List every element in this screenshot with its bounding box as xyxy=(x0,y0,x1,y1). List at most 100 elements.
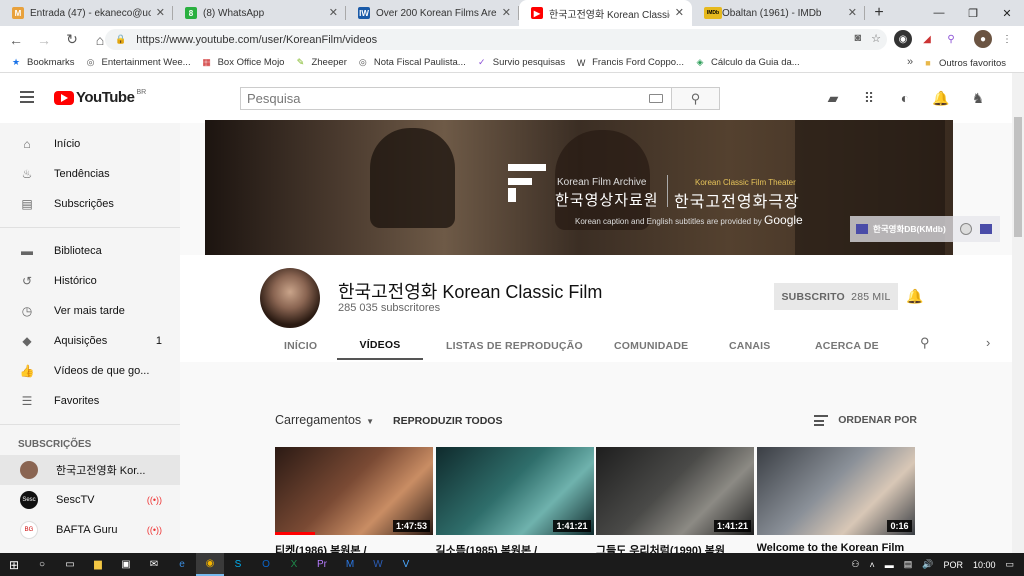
menu-dots-icon[interactable]: ⋮ xyxy=(998,30,1016,48)
search-button[interactable]: ⚲ xyxy=(672,87,720,110)
kofa-link-icon[interactable] xyxy=(980,224,992,234)
search-extension-icon[interactable]: ⚲ xyxy=(942,30,960,48)
bookmark-item[interactable]: ★ Bookmarks xyxy=(10,57,75,69)
camera-blocked-icon[interactable]: ◙ xyxy=(854,32,861,45)
close-tab-icon[interactable]: ✕ xyxy=(156,6,165,19)
profile-avatar[interactable]: ● xyxy=(974,30,992,48)
notification-bell-icon[interactable]: 🔔 xyxy=(906,288,923,304)
tab-videos[interactable]: VÍDEOS xyxy=(337,332,423,360)
show-hidden-icon[interactable]: ˄ xyxy=(869,560,874,570)
volume-icon[interactable]: 🔊 xyxy=(922,559,933,570)
channel-search-icon[interactable]: ⚲ xyxy=(920,335,930,351)
video-card[interactable]: 0:16 Welcome to the Korean Film xyxy=(756,447,915,554)
restore-icon[interactable]: ❐ xyxy=(956,0,990,26)
globe-link-icon[interactable] xyxy=(960,223,972,235)
page-scrollbar[interactable] xyxy=(1012,73,1024,553)
video-card[interactable]: 1:41:21 길소뜸(1985) 복원본 / xyxy=(435,447,594,554)
bookmark-item[interactable]: W Francis Ford Coppo... xyxy=(575,57,684,69)
app-v-icon[interactable]: V xyxy=(392,553,420,576)
bookmarks-overflow-icon[interactable]: » xyxy=(907,56,913,68)
chrome-icon[interactable]: ◉ xyxy=(196,553,224,576)
search-input[interactable]: Pesquisa xyxy=(240,87,672,110)
chevron-right-icon[interactable]: › xyxy=(986,335,990,350)
excel-icon[interactable]: X xyxy=(280,553,308,576)
store-icon[interactable]: ▣ xyxy=(112,553,140,576)
bookmark-item[interactable]: ◈ Cálculo da Guia da... xyxy=(694,57,800,69)
tab-about[interactable]: ACERCA DE xyxy=(815,332,879,360)
reload-icon[interactable]: ↻ xyxy=(60,28,84,52)
network-icon[interactable]: ▤ xyxy=(904,559,913,570)
minimize-icon[interactable]: — xyxy=(922,0,956,26)
channel-avatar[interactable] xyxy=(260,268,320,328)
browser-tab[interactable]: ▶ 한국고전영화 Korean Classic Fi ✕ xyxy=(519,0,692,26)
subscription-item[interactable]: BG BAFTA Guru ((•)) xyxy=(0,515,180,545)
people-icon[interactable]: ⚇ xyxy=(851,559,859,570)
file-explorer-icon[interactable]: ▆ xyxy=(84,553,112,576)
close-tab-icon[interactable]: ✕ xyxy=(675,6,684,19)
close-tab-icon[interactable]: ✕ xyxy=(329,6,338,19)
messages-icon[interactable]: ◐ xyxy=(896,89,914,107)
create-video-icon[interactable]: ▰ xyxy=(824,89,842,107)
extension-icon[interactable]: ◉ xyxy=(894,30,912,48)
other-bookmarks-folder[interactable]: ■ Outros favoritos xyxy=(922,57,1006,69)
forward-icon[interactable]: → xyxy=(32,28,56,52)
address-bar[interactable]: 🔒 https://www.youtube.com/user/KoreanFil… xyxy=(105,29,887,50)
clock[interactable]: 10:00 xyxy=(973,560,996,570)
sidebar-item-playlist[interactable]: ☰ Favorites xyxy=(0,386,180,416)
search-taskbar-icon[interactable]: ○ xyxy=(28,553,56,576)
pdf-extension-icon[interactable]: ◢ xyxy=(918,30,936,48)
video-thumbnail[interactable]: 0:16 xyxy=(756,447,915,535)
browser-tab[interactable]: IMDb Obaltan (1961) - IMDb ✕ xyxy=(692,0,865,26)
browser-tab[interactable]: M Entrada (47) - ekaneco@uol.co ✕ xyxy=(0,0,173,26)
new-tab-button[interactable]: + xyxy=(865,0,893,26)
language-indicator[interactable]: POR xyxy=(943,560,963,570)
sidebar-item-home[interactable]: ⌂ Início xyxy=(0,129,180,159)
usb-icon[interactable]: ▬ xyxy=(885,560,894,570)
youtube-logo[interactable]: YouTube BR xyxy=(54,89,146,106)
tab-playlists[interactable]: LISTAS DE REPRODUÇÃO xyxy=(446,332,583,360)
tab-home[interactable]: INÍCIO xyxy=(284,332,317,360)
keyboard-icon[interactable] xyxy=(649,94,663,103)
sort-by-button[interactable]: ORDENAR POR xyxy=(814,414,917,426)
browser-tab[interactable]: 8 (8) WhatsApp ✕ xyxy=(173,0,346,26)
tab-community[interactable]: COMUNIDADE xyxy=(614,332,688,360)
close-tab-icon[interactable]: ✕ xyxy=(502,6,511,19)
play-all-button[interactable]: REPRODUZIR TODOS xyxy=(393,415,502,427)
video-thumbnail[interactable]: 1:41:21 xyxy=(435,447,594,535)
action-center-icon[interactable]: ▭ xyxy=(1005,559,1014,570)
edge-icon[interactable]: e xyxy=(168,553,196,576)
account-avatar[interactable]: ♞ xyxy=(968,87,988,109)
video-card[interactable]: 1:47:53 티켓(1986) 복원본 / xyxy=(275,447,433,554)
subscription-item[interactable]: Sesc SescTV ((•)) xyxy=(0,485,180,515)
sidebar-item-tag[interactable]: ◆ Aquisições 1 xyxy=(0,326,180,356)
premiere-icon[interactable]: Pr xyxy=(308,553,336,576)
bookmark-item[interactable]: ◎ Nota Fiscal Paulista... xyxy=(357,57,466,69)
subscribed-button[interactable]: SUBSCRITO 285 MIL xyxy=(774,283,898,310)
close-window-icon[interactable]: ✕ xyxy=(990,0,1024,26)
sidebar-item-folder[interactable]: ▬ Biblioteca xyxy=(0,236,180,266)
back-icon[interactable]: ← xyxy=(4,28,28,52)
subscription-item[interactable]: 한국고전영화 Kor... xyxy=(0,455,180,485)
sidebar-item-subscriptions[interactable]: ▤ Subscrições xyxy=(0,189,180,219)
windows-start-icon[interactable]: ⊞ xyxy=(0,553,28,576)
apps-grid-icon[interactable]: ⠿ xyxy=(860,89,878,107)
browser-tab[interactable]: IW Over 200 Korean Films Are Stre ✕ xyxy=(346,0,519,26)
bookmark-item[interactable]: ✓ Survio pesquisas xyxy=(476,57,565,69)
sidebar-item-flame[interactable]: ♨ Tendências xyxy=(0,159,180,189)
scrollbar-thumb[interactable] xyxy=(1014,117,1022,237)
hamburger-menu-icon[interactable] xyxy=(20,91,34,103)
sidebar-item-thumbs-up[interactable]: 👍 Vídeos de que go... xyxy=(0,356,180,386)
close-tab-icon[interactable]: ✕ xyxy=(848,6,857,19)
task-view-icon[interactable]: ▭ xyxy=(56,553,84,576)
mail-icon[interactable]: ✉ xyxy=(140,553,168,576)
sidebar-item-clock[interactable]: ◷ Ver mais tarde xyxy=(0,296,180,326)
outlook-icon[interactable]: O xyxy=(252,553,280,576)
bookmark-item[interactable]: ▦ Box Office Mojo xyxy=(201,57,284,69)
video-card[interactable]: 1:41:21 그들도 우리처럼(1990) 복원 xyxy=(596,447,754,554)
tab-channels[interactable]: CANAIS xyxy=(729,332,770,360)
video-thumbnail[interactable]: 1:47:53 xyxy=(275,447,433,535)
kmdb-link[interactable]: 한국영화DB(KMdb) xyxy=(850,216,1000,242)
skype-icon[interactable]: S xyxy=(224,553,252,576)
word-icon[interactable]: W xyxy=(364,553,392,576)
app-m-icon[interactable]: M xyxy=(336,553,364,576)
